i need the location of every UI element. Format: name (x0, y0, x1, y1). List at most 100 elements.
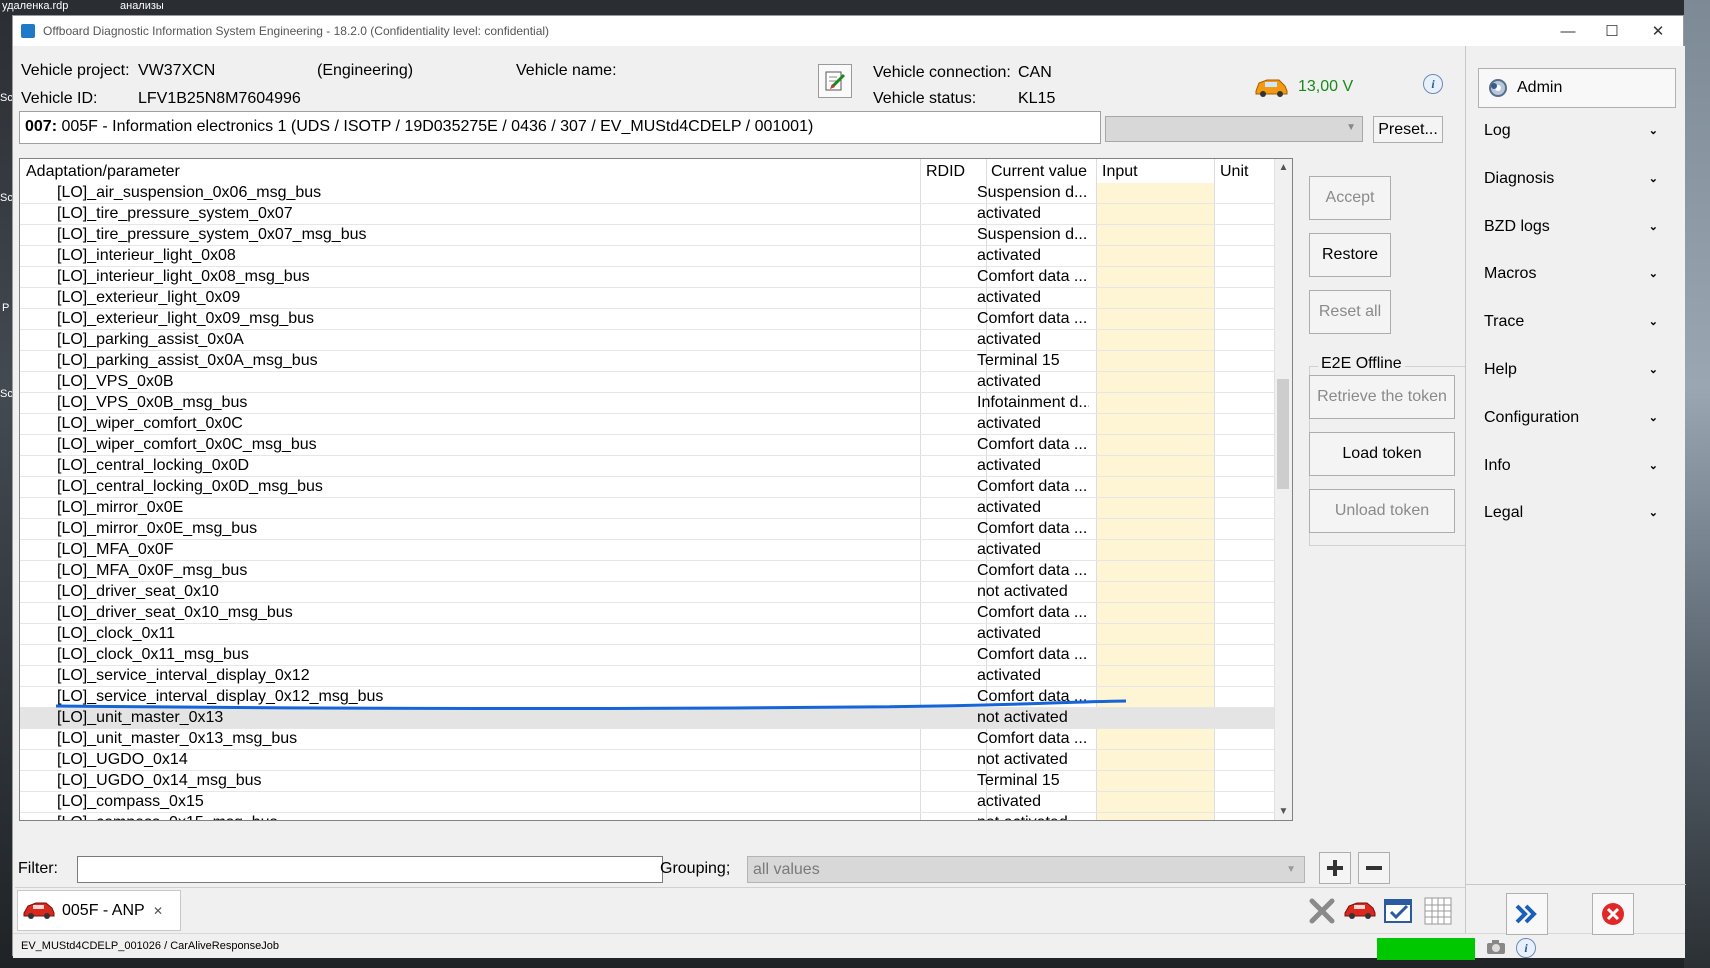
accept-button[interactable]: Accept (1309, 176, 1391, 220)
reset-all-button[interactable]: Reset all (1309, 290, 1391, 334)
table-row[interactable]: [LO]_interieur_light_0x08 activated (20, 246, 1277, 267)
restore-button[interactable]: Restore (1309, 233, 1391, 277)
chevron-down-icon: ⌄ (1648, 125, 1658, 137)
sidebar-item-label: BZD logs (1484, 217, 1550, 235)
param-cell: [LO]_service_interval_display_0x12_msg_b… (57, 688, 384, 705)
retrieve-token-button[interactable]: Retrieve the token (1309, 375, 1455, 419)
param-cell: [LO]_tire_pressure_system_0x07 (57, 205, 293, 222)
table-row[interactable]: [LO]_UGDO_0x14 not activated (20, 750, 1277, 771)
scroll-down-icon[interactable]: ▼ (1275, 803, 1292, 820)
table-row[interactable]: [LO]_service_interval_display_0x12_msg_b… (20, 687, 1277, 708)
table-row[interactable]: [LO]_parking_assist_0x0A_msg_bus Terminal… (20, 351, 1277, 372)
column-header-param[interactable]: Adaptation/parameter (26, 163, 180, 181)
current-value-cell: activated (977, 457, 1042, 474)
sidebar-item-diagnosis[interactable]: Diagnosis ⌄ (1484, 170, 1664, 194)
sidebar-item-log[interactable]: Log ⌄ (1484, 122, 1664, 146)
table-row[interactable]: [LO]_compass_0x15_msg_bus not activated (20, 813, 1277, 820)
table-scrollbar[interactable]: ▲ ▼ (1274, 159, 1292, 820)
column-header-input[interactable]: Input (1102, 163, 1138, 181)
column-header-rdid[interactable]: RDID (926, 163, 965, 181)
sidebar-item-configuration[interactable]: Configuration ⌄ (1484, 409, 1664, 433)
table-row[interactable]: [LO]_unit_master_0x13_msg_bus Comfort dat… (20, 729, 1277, 750)
current-value-cell: activated (977, 793, 1042, 810)
unload-token-button[interactable]: Unload token (1309, 489, 1455, 533)
column-header-unit[interactable]: Unit (1220, 163, 1248, 181)
table-row[interactable]: [LO]_tire_pressure_system_0x07 activated (20, 204, 1277, 225)
table-row[interactable]: [LO]_mirror_0x0E activated (20, 498, 1277, 519)
ecu-code: 007: (25, 118, 58, 135)
car-battery-icon (1255, 79, 1288, 97)
forward-button[interactable] (1506, 893, 1548, 935)
param-cell: [LO]_compass_0x15_msg_bus (57, 814, 278, 820)
param-cell: [LO]_central_locking_0x0D (57, 457, 250, 474)
table-row[interactable]: [LO]_wiper_comfort_0x0C activated (20, 414, 1277, 435)
table-row[interactable]: [LO]_clock_0x11_msg_bus Comfort data ... (20, 645, 1277, 666)
column-header-current[interactable]: Current value (991, 163, 1087, 181)
table-row[interactable]: [LO]_compass_0x15 activated (20, 792, 1277, 813)
table-row[interactable]: [LO]_driver_seat_0x10_msg_bus Comfort dat… (20, 603, 1277, 624)
exit-button[interactable] (1592, 893, 1634, 935)
sidebar-item-macros[interactable]: Macros ⌄ (1484, 265, 1664, 289)
param-cell: [LO]_UGDO_0x14_msg_bus (57, 772, 262, 789)
table-row[interactable]: [LO]_mirror_0x0E_msg_bus Comfort data ... (20, 519, 1277, 540)
table-row[interactable]: [LO]_wiper_comfort_0x0C_msg_bus Comfort d… (20, 435, 1277, 456)
sidebar-item-bzd-logs[interactable]: BZD logs ⌄ (1484, 218, 1664, 242)
table-row[interactable]: [LO]_parking_assist_0x0A activated (20, 330, 1277, 351)
maximize-button[interactable]: ☐ (1589, 16, 1635, 46)
car-connect-icon[interactable] (1343, 900, 1377, 920)
table-row[interactable]: [LO]_UGDO_0x14_msg_bus Terminal 15 (20, 771, 1277, 792)
chevron-down-icon: ▼ (1346, 122, 1356, 133)
grid-table-icon[interactable] (1423, 896, 1453, 926)
table-row[interactable]: [LO]_service_interval_display_0x12 activa… (20, 666, 1277, 687)
table-row[interactable]: [LO]_VPS_0x0B activated (20, 372, 1277, 393)
delete-icon[interactable] (1307, 896, 1337, 926)
table-row[interactable]: [LO]_MFA_0x0F_msg_bus Comfort data ... (20, 561, 1277, 582)
current-value-cell: Terminal 15 (977, 352, 1060, 369)
table-row[interactable]: [LO]_VPS_0x0B_msg_bus Infotainment d... (20, 393, 1277, 414)
checklist-window-icon[interactable] (1383, 896, 1415, 926)
grouping-value: all values (753, 861, 820, 878)
tab-close-icon[interactable]: ✕ (153, 904, 163, 918)
status-value: KL15 (1018, 90, 1056, 107)
tab-005f-anp[interactable]: 005F - ANP ✕ (17, 890, 181, 931)
table-row[interactable]: [LO]_tire_pressure_system_0x07_msg_bus Su… (20, 225, 1277, 246)
minimize-button[interactable]: — (1545, 16, 1591, 46)
adaptation-table: Adaptation/parameter RDID Current value … (19, 158, 1293, 821)
table-row[interactable]: [LO]_driver_seat_0x10 not activated (20, 582, 1277, 603)
param-cell: [LO]_unit_master_0x13 (57, 709, 224, 726)
edit-vehicle-button[interactable] (818, 64, 852, 98)
sidebar-item-info[interactable]: Info ⌄ (1484, 457, 1664, 481)
status-job-text: EV_MUStd4CDELP_001026 / CarAliveResponse… (21, 940, 280, 952)
table-row[interactable]: [LO]_interieur_light_0x08_msg_bus Comfort… (20, 267, 1277, 288)
desktop-label-1[interactable]: удаленка.rdp (2, 0, 68, 12)
filter-input[interactable] (77, 856, 663, 883)
info-icon[interactable]: i (1423, 74, 1443, 94)
table-row[interactable]: [LO]_air_suspension_0x06_msg_bus Suspensi… (20, 183, 1277, 204)
sidebar-item-help[interactable]: Help ⌄ (1484, 361, 1664, 385)
load-token-button[interactable]: Load token (1309, 432, 1455, 476)
table-row[interactable]: [LO]_clock_0x11 activated (20, 624, 1277, 645)
param-cell: [LO]_exterieur_light_0x09 (57, 289, 241, 306)
table-row[interactable]: [LO]_MFA_0x0F activated (20, 540, 1277, 561)
table-row[interactable]: [LO]_exterieur_light_0x09 activated (20, 288, 1277, 309)
scroll-up-icon[interactable]: ▲ (1275, 159, 1292, 176)
table-row[interactable]: [LO]_central_locking_0x0D activated (20, 456, 1277, 477)
ecu-description: 005F - Information electronics 1 (UDS / … (61, 118, 814, 135)
table-body: [LO]_air_suspension_0x06_msg_bus Suspensi… (20, 183, 1277, 820)
close-button[interactable]: ✕ (1635, 16, 1681, 46)
table-row[interactable]: [LO]_exterieur_light_0x09_msg_bus Comfort… (20, 309, 1277, 330)
preset-button[interactable]: Preset... (1373, 116, 1443, 143)
preset-select[interactable]: ▼ (1105, 116, 1363, 142)
scroll-thumb[interactable] (1277, 379, 1289, 489)
table-row[interactable]: [LO]_central_locking_0x0D_msg_bus Comfort… (20, 477, 1277, 498)
grouping-select[interactable]: all values ▼ (747, 856, 1305, 883)
remove-button[interactable] (1358, 852, 1390, 884)
sidebar-item-trace[interactable]: Trace ⌄ (1484, 313, 1664, 337)
sidebar-item-legal[interactable]: Legal ⌄ (1484, 504, 1664, 528)
connection-status-indicator (1377, 938, 1475, 960)
desktop-label-2[interactable]: анализы (120, 0, 164, 12)
current-value-cell: activated (977, 247, 1042, 264)
admin-button[interactable]: Admin (1478, 68, 1676, 108)
table-row[interactable]: [LO]_unit_master_0x13 not activated (20, 708, 1277, 729)
add-button[interactable] (1319, 852, 1351, 884)
